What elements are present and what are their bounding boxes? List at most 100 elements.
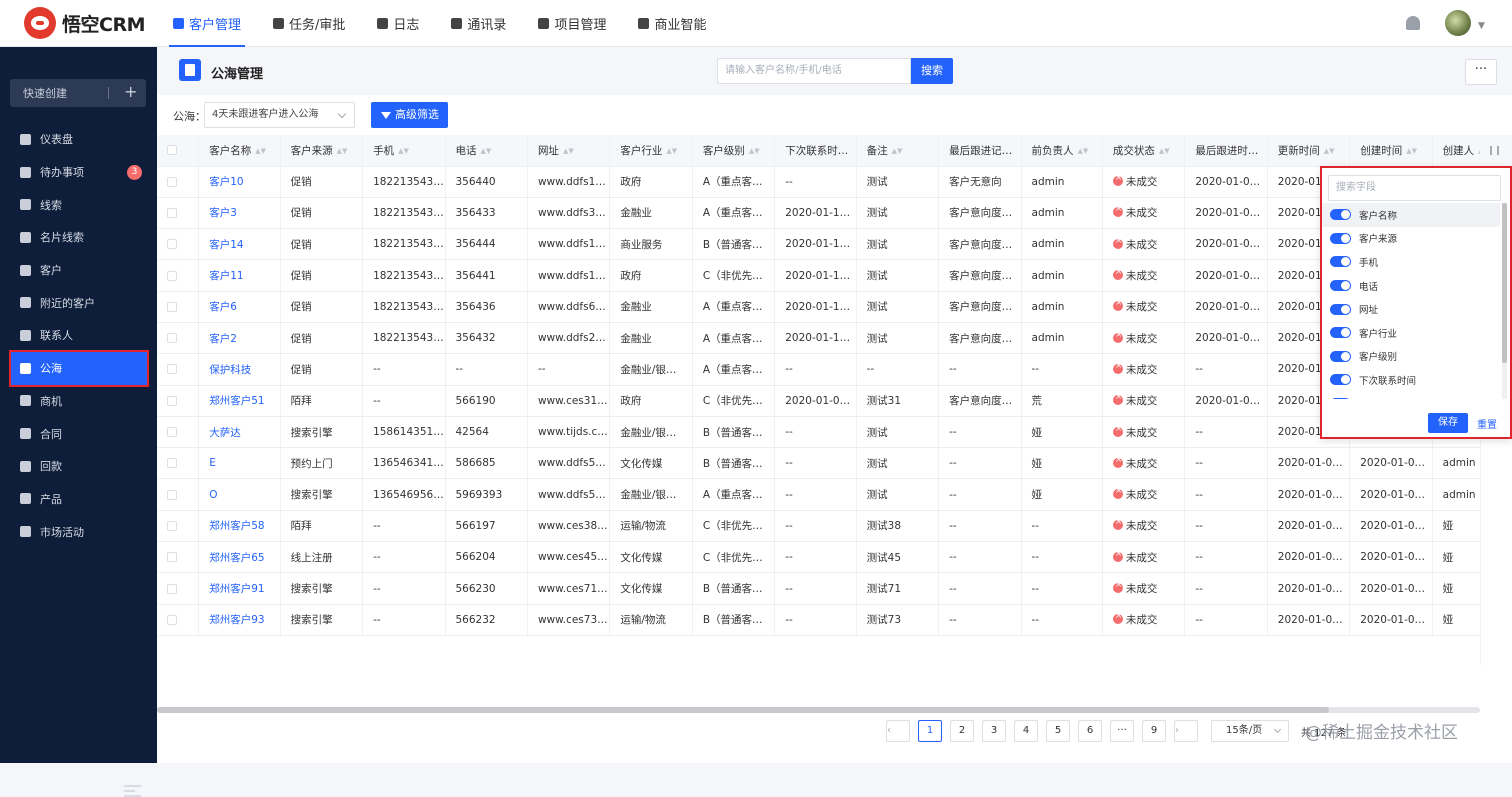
row-checkbox-cell[interactable]: [157, 385, 200, 417]
sort-icon[interactable]: ▲▼: [666, 147, 677, 155]
row-checkbox-cell[interactable]: [157, 541, 200, 574]
column-header[interactable]: 手机 ▲▼: [362, 135, 446, 167]
sort-icon[interactable]: ▲▼: [1016, 147, 1020, 155]
field-toggle-item[interactable]: 客户来源: [1322, 227, 1500, 251]
page-button[interactable]: 2: [950, 720, 974, 742]
more-button[interactable]: ···: [1465, 59, 1497, 85]
row-checkbox-cell[interactable]: [157, 166, 200, 198]
select-all-checkbox[interactable]: [157, 135, 200, 167]
customer-name-link[interactable]: 客户2: [198, 322, 281, 355]
field-toggle-item[interactable]: 客户级别: [1322, 345, 1500, 369]
advanced-filter-button[interactable]: 高级筛选: [371, 102, 448, 128]
sort-icon[interactable]: ▲▼: [255, 147, 266, 155]
field-toggle-item[interactable]: 电话: [1322, 274, 1500, 298]
search-button[interactable]: 搜索: [911, 58, 953, 84]
sort-icon[interactable]: ▲▼: [1078, 147, 1089, 155]
field-toggle-item[interactable]: 手机: [1322, 250, 1500, 274]
customer-name-link[interactable]: 郑州客户93: [198, 604, 281, 636]
table-row[interactable]: 郑州客户51 陌拜 -- 566190 www.ces31… 政府 C（非优先… 2020-0…: [157, 385, 1480, 417]
sort-icon[interactable]: ▲▼: [481, 147, 492, 155]
table-row[interactable]: 郑州客户93 搜索引擎 -- 566232 www.ces73… 运输/物流 B（普通客… -…: [157, 604, 1480, 636]
row-checkbox-cell[interactable]: [157, 197, 200, 230]
checkbox[interactable]: [167, 145, 177, 156]
sidebar-item-8[interactable]: 商机: [0, 385, 157, 418]
logo[interactable]: 悟空CRM: [0, 7, 157, 39]
page-button[interactable]: 5: [1046, 720, 1070, 742]
row-checkbox-cell[interactable]: [157, 478, 200, 511]
checkbox[interactable]: [167, 583, 177, 594]
scrollbar-thumb[interactable]: [157, 707, 1329, 713]
sort-icon[interactable]: ▲▼: [1159, 147, 1170, 155]
sort-icon[interactable]: ▲▼: [1262, 147, 1266, 155]
row-checkbox-cell[interactable]: [157, 228, 200, 261]
column-header[interactable]: 客户名称 ▲▼: [198, 135, 281, 167]
sort-icon[interactable]: ▲▼: [563, 147, 574, 155]
checkbox[interactable]: [167, 364, 177, 375]
table-row[interactable]: 客户2 促销 1822135434… 356432 www.ddfs2… 金融业 A（重点客…: [157, 322, 1480, 355]
field-toggle-item[interactable]: 备注: [1322, 392, 1500, 399]
customer-name-link[interactable]: 郑州客户51: [198, 385, 281, 417]
field-toggle-item[interactable]: 客户行业: [1322, 321, 1500, 345]
sidebar-item-4[interactable]: 客户: [0, 254, 157, 287]
row-checkbox-cell[interactable]: [157, 259, 200, 292]
quick-create-button[interactable]: 快速创建 +: [10, 79, 146, 107]
checkbox[interactable]: [167, 301, 177, 312]
toggle-switch[interactable]: [1330, 398, 1351, 399]
table-row[interactable]: 客户6 促销 1822135434… 356436 www.ddfs6… 金融业 A（重点客…: [157, 291, 1480, 323]
bell-icon[interactable]: [1406, 16, 1420, 30]
column-header[interactable]: 电话 ▲▼: [445, 135, 528, 167]
search-input[interactable]: 请输入客户名称/手机/电话: [717, 58, 911, 84]
sidebar-item-5[interactable]: 附近的客户: [0, 286, 157, 319]
nav-item-4[interactable]: 项目管理: [522, 0, 622, 47]
column-header[interactable]: 最后跟进时…▲▼: [1184, 135, 1268, 167]
column-header[interactable]: 最后跟进记…▲▼: [938, 135, 1022, 167]
page-button[interactable]: 4: [1014, 720, 1038, 742]
column-settings-button[interactable]: [1480, 135, 1512, 167]
sidebar-item-11[interactable]: 产品: [0, 483, 157, 516]
toggle-switch[interactable]: [1330, 256, 1351, 268]
sort-icon[interactable]: ▲▼: [337, 147, 348, 155]
customer-name-link[interactable]: 郑州客户65: [198, 541, 281, 574]
sidebar-item-6[interactable]: 联系人: [0, 319, 157, 352]
page-button[interactable]: ···: [1110, 720, 1134, 742]
field-toggle-item[interactable]: 网址: [1322, 297, 1500, 321]
customer-name-link[interactable]: 客户6: [198, 291, 281, 323]
table-row[interactable]: 客户11 促销 1822135434… 356441 www.ddfs1… 政府 C（非优先…: [157, 259, 1480, 292]
column-header[interactable]: 客户行业 ▲▼: [609, 135, 693, 167]
prev-page-button[interactable]: ‹: [886, 720, 910, 742]
table-row[interactable]: E 预约上门 1365463416… 586685 www.ddfs5… 文化传媒 B（普通…: [157, 447, 1480, 480]
chevron-down-icon[interactable]: ▼: [1478, 21, 1485, 31]
checkbox[interactable]: [167, 176, 177, 187]
page-size-select[interactable]: 15条/页: [1211, 720, 1289, 742]
customer-name-link[interactable]: 保护科技: [198, 353, 281, 386]
field-toggle-item[interactable]: 下次联系时间: [1322, 368, 1500, 392]
column-header[interactable]: 网址 ▲▼: [527, 135, 611, 167]
toggle-switch[interactable]: [1330, 232, 1351, 244]
collapse-menu-icon[interactable]: [124, 785, 141, 797]
checkbox[interactable]: [167, 207, 177, 218]
toggle-switch[interactable]: [1330, 209, 1351, 221]
checkbox[interactable]: [167, 552, 177, 563]
row-checkbox-cell[interactable]: [157, 291, 200, 323]
sort-icon[interactable]: ▲▼: [892, 147, 903, 155]
table-row[interactable]: 客户10 促销 1822135434… 356440 www.ddfs1… 政府 A（重点客…: [157, 166, 1480, 198]
table-row[interactable]: 客户3 促销 1822135434… 356433 www.ddfs3… 金融业 A（重点客…: [157, 197, 1480, 230]
column-header[interactable]: 前负责人 ▲▼: [1021, 135, 1103, 167]
column-header[interactable]: 创建人▲▼: [1432, 135, 1480, 167]
checkbox[interactable]: [167, 489, 177, 500]
sidebar-item-2[interactable]: 线索: [0, 188, 157, 221]
checkbox[interactable]: [167, 333, 177, 344]
customer-name-link[interactable]: O: [198, 478, 281, 511]
column-header[interactable]: 下次联系时…▲▼: [774, 135, 857, 167]
sidebar-item-7[interactable]: 公海: [9, 349, 149, 387]
scrollbar-thumb[interactable]: [1502, 203, 1507, 363]
column-header[interactable]: 更新时间 ▲▼: [1267, 135, 1351, 167]
sort-icon[interactable]: ▲▼: [1406, 147, 1417, 155]
next-page-button[interactable]: ›: [1174, 720, 1198, 742]
column-header[interactable]: 创建时间 ▲▼: [1349, 135, 1433, 167]
customer-name-link[interactable]: 客户3: [198, 197, 281, 230]
checkbox[interactable]: [167, 270, 177, 281]
toggle-switch[interactable]: [1330, 280, 1351, 292]
sea-rule-select[interactable]: 4天未跟进客户进入公海: [204, 102, 355, 128]
sort-icon[interactable]: ▲▼: [398, 147, 409, 155]
